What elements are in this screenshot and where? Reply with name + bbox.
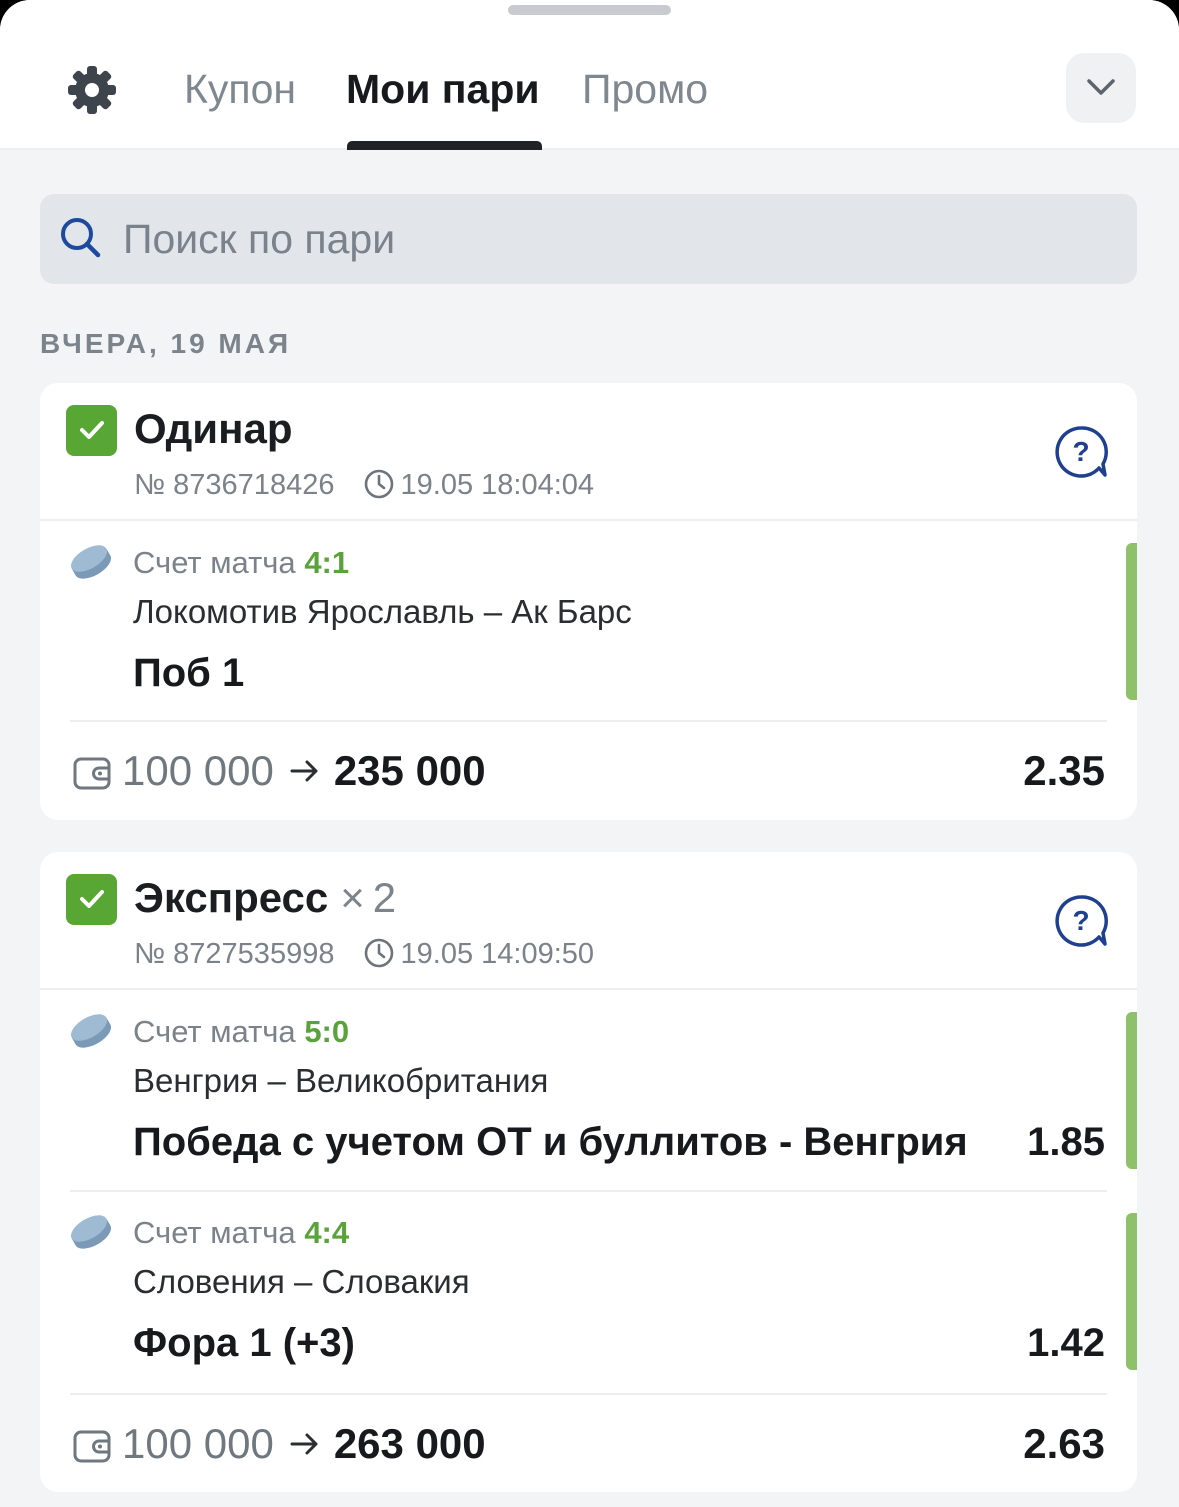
top-bar: Купон Мои пари Промо: [0, 0, 1179, 150]
event-label: Счет матча 4:4: [133, 1215, 349, 1251]
tab-promo[interactable]: Промо: [582, 64, 708, 114]
total-odd: 2.35: [1023, 747, 1105, 794]
event-label-text: Счет матча: [133, 545, 296, 580]
search-input[interactable]: Поиск по пари: [123, 214, 395, 264]
arrow-right-icon: [290, 1433, 318, 1455]
bet-number: № 8736718426: [134, 469, 335, 501]
bet-number: № 8727535998: [134, 938, 335, 970]
bet-type-title: Одинар: [134, 405, 293, 452]
multiplier-count: 2: [372, 874, 397, 921]
bet-type-title: Экспресс × 2: [134, 874, 396, 922]
won-status-badge: [66, 874, 117, 925]
hockey-puck-icon: [70, 1014, 112, 1048]
svg-text:?: ?: [1072, 905, 1089, 936]
event-outcome: Победа с учетом ОТ и буллитов - Венгрия: [133, 1120, 968, 1164]
stake-amount: 100 000: [122, 747, 274, 794]
event-label-text: Счет матча: [133, 1215, 296, 1250]
multiplier-sign: ×: [340, 874, 365, 921]
clock-icon: [364, 938, 393, 968]
help-icon[interactable]: ?: [1054, 894, 1108, 948]
event-label-text: Счет матча: [133, 1014, 296, 1049]
divider: [40, 519, 1137, 521]
wallet-icon: [73, 757, 111, 790]
drag-handle[interactable]: [508, 5, 671, 15]
hockey-puck-icon: [70, 545, 112, 579]
event-status-bar: [1126, 1012, 1137, 1169]
payout-amount: 235 000: [333, 747, 486, 794]
arrow-right-icon: [290, 760, 318, 782]
bet-type-name: Экспресс: [134, 874, 329, 921]
bet-card[interactable]: Одинар № 8736718426 19.05 18:04:04 ? Сче…: [40, 383, 1137, 820]
bet-meta: № 8727535998 19.05 14:09:50: [134, 937, 594, 971]
payout-amount: 263 000: [333, 1420, 486, 1467]
event-label: Счет матча 5:0: [133, 1014, 349, 1050]
search-field[interactable]: Поиск по пари: [40, 194, 1137, 284]
active-tab-indicator: [347, 141, 542, 150]
event-teams: Венгрия – Великобритания: [133, 1062, 549, 1099]
wallet-icon: [73, 1430, 111, 1463]
stake-and-payout: 100 000 263 000: [122, 1420, 486, 1468]
divider: [70, 1190, 1107, 1192]
event-status-bar: [1126, 543, 1137, 700]
event-teams: Локомотив Ярославль – Ак Барс: [133, 593, 632, 630]
tab-coupon[interactable]: Купон: [184, 64, 296, 114]
divider: [70, 720, 1107, 722]
date-section-header: ВЧЕРА, 19 МАЯ: [40, 328, 292, 359]
event-label: Счет матча 4:1: [133, 545, 349, 581]
event-outcome: Поб 1: [133, 651, 245, 695]
stake-amount: 100 000: [122, 1420, 274, 1467]
bet-time: 19.05 14:09:50: [400, 938, 595, 970]
total-odd: 2.63: [1023, 1420, 1105, 1467]
tab-my-bets[interactable]: Мои пари: [346, 64, 540, 114]
bet-card[interactable]: Экспресс × 2 № 8727535998 19.05 14:09:50 ?…: [40, 852, 1137, 1492]
event-score: 4:4: [304, 1215, 350, 1250]
bet-time: 19.05 18:04:04: [400, 469, 595, 501]
event-odd: 1.85: [1027, 1120, 1105, 1164]
event-outcome: Фора 1 (+3): [133, 1321, 355, 1365]
bet-history-sheet: Купон Мои пари Промо Поиск по пари ВЧЕРА…: [0, 0, 1179, 1507]
gear-icon[interactable]: [66, 64, 118, 116]
check-icon: [80, 890, 104, 908]
help-icon[interactable]: ?: [1054, 425, 1108, 479]
event-status-bar: [1126, 1213, 1137, 1370]
hockey-puck-icon: [70, 1215, 112, 1249]
stake-and-payout: 100 000 235 000: [122, 747, 486, 795]
divider: [40, 988, 1137, 990]
bet-meta: № 8736718426 19.05 18:04:04: [134, 468, 594, 502]
event-teams: Словения – Словакия: [133, 1263, 470, 1300]
event-odd: 1.42: [1027, 1321, 1105, 1365]
collapse-button[interactable]: [1066, 53, 1136, 123]
check-icon: [80, 421, 104, 439]
won-status-badge: [66, 405, 117, 456]
event-score: 5:0: [304, 1014, 350, 1049]
event-score: 4:1: [304, 545, 350, 580]
chevron-down-icon: [1087, 79, 1115, 95]
divider: [70, 1393, 1107, 1395]
search-icon: [61, 218, 101, 258]
clock-icon: [364, 469, 393, 499]
svg-text:?: ?: [1072, 436, 1089, 467]
